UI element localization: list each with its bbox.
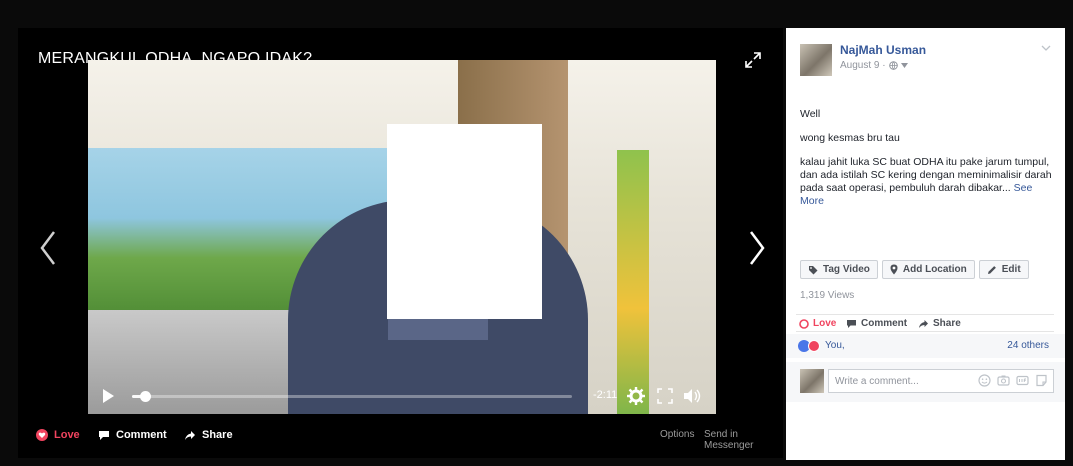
face-mask <box>387 124 542 319</box>
share-label: Share <box>202 429 233 441</box>
comment-composer <box>786 362 1065 402</box>
post-paragraph: wong kesmas bru tau <box>800 132 900 144</box>
comment-icon <box>847 319 856 328</box>
love-icon <box>36 429 48 441</box>
likes-others[interactable]: 24 others <box>1007 340 1049 351</box>
scene-height-chart <box>617 150 649 414</box>
emoji-icon[interactable] <box>978 374 991 387</box>
reaction-bar: Love Comment Share <box>796 314 1054 332</box>
post-date[interactable]: August 9 · <box>840 60 886 71</box>
chevron-down-icon[interactable] <box>900 63 908 68</box>
love-reaction-icon <box>808 340 820 352</box>
progress-knob[interactable] <box>140 391 152 402</box>
options-link[interactable]: Options <box>660 429 694 440</box>
video-action-bar: Love Comment Share Options Send in Messe… <box>18 426 783 451</box>
comment-button[interactable]: Comment <box>846 318 907 329</box>
love-button[interactable]: Love <box>799 318 836 329</box>
tag-video-button[interactable]: Tag Video <box>800 260 878 279</box>
play-icon[interactable] <box>100 387 116 405</box>
avatar <box>800 369 824 393</box>
send-in-messenger-link[interactable]: Send in Messenger <box>704 429 783 451</box>
pencil-icon <box>987 265 996 274</box>
share-icon <box>919 319 928 328</box>
video-frame[interactable] <box>88 60 716 414</box>
add-location-label: Add Location <box>902 264 967 275</box>
gif-icon[interactable] <box>1016 374 1029 387</box>
post-panel: NajMah Usman August 9 · Well wong kesmas… <box>786 28 1065 460</box>
author-name[interactable]: NajMah Usman <box>840 43 926 57</box>
chevron-right-icon[interactable] <box>745 228 769 268</box>
post-meta: August 9 · <box>840 60 908 71</box>
comment-button[interactable]: Comment <box>98 429 167 441</box>
gear-icon[interactable] <box>626 386 646 406</box>
volume-icon[interactable] <box>682 387 702 405</box>
comment-label: Comment <box>861 318 908 329</box>
share-icon <box>185 430 195 440</box>
location-pin-icon <box>890 264 898 275</box>
likes-summary: You, 24 others <box>786 334 1065 358</box>
globe-icon <box>888 61 898 70</box>
tag-icon <box>809 265 818 274</box>
comment-icon <box>99 430 109 440</box>
expand-icon[interactable] <box>743 50 763 70</box>
fullscreen-icon[interactable] <box>656 387 674 405</box>
post-tools: Tag Video Add Location Edit <box>800 260 1029 279</box>
share-button[interactable]: Share <box>184 429 233 441</box>
love-label: Love <box>54 429 80 441</box>
sticker-icon[interactable] <box>1035 374 1048 387</box>
chevron-left-icon[interactable] <box>36 228 60 268</box>
video-theater: MERANGKUL ODHA, NGAPO IDAK? -2:11 Love C… <box>18 28 783 458</box>
comment-tools <box>978 374 1048 387</box>
comment-label: Comment <box>116 429 167 441</box>
post-paragraph: kalau jahit luka SC buat ODHA itu pake j… <box>800 156 1056 208</box>
author-avatar[interactable] <box>800 44 832 76</box>
love-button[interactable]: Love <box>36 429 80 441</box>
add-location-button[interactable]: Add Location <box>881 260 975 279</box>
view-count: 1,319 Views <box>800 290 855 301</box>
time-remaining: -2:11 <box>593 389 618 401</box>
likes-you[interactable]: You, <box>825 340 845 351</box>
share-button[interactable]: Share <box>918 318 961 329</box>
edit-label: Edit <box>1001 264 1021 275</box>
post-options-chevron-icon[interactable] <box>1041 44 1051 52</box>
tag-video-label: Tag Video <box>823 264 870 275</box>
love-label: Love <box>813 318 837 329</box>
love-icon <box>799 318 809 329</box>
player-controls: -2:11 <box>88 378 716 414</box>
post-body: Well wong kesmas bru tau kalau jahit luk… <box>800 108 1056 219</box>
camera-icon[interactable] <box>997 374 1010 387</box>
edit-button[interactable]: Edit <box>978 260 1029 279</box>
progress-track[interactable] <box>132 391 572 402</box>
post-paragraph: Well <box>800 108 821 120</box>
share-label: Share <box>933 318 961 329</box>
